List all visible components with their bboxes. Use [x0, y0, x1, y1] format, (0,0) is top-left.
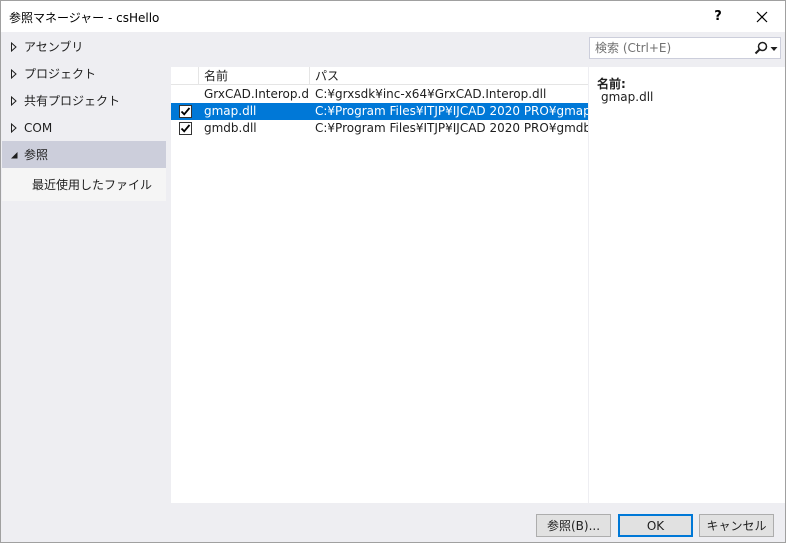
row-name: gmap.dll [204, 104, 257, 118]
nav-item-label: 参照 [24, 148, 49, 162]
chevron-down-icon[interactable] [770, 46, 778, 52]
nav-item-assemblies[interactable]: アセンブリ [2, 33, 166, 60]
category-nav: アセンブリ プロジェクト 共有プロジェクト COM 参照 最近使用したファイル [2, 33, 166, 507]
nav-item-label: 共有プロジェクト [24, 94, 121, 108]
details-panel: 名前: gmap.dll [589, 67, 785, 503]
browse-button[interactable]: 参照(B)... [536, 514, 611, 537]
close-button[interactable] [742, 1, 782, 32]
help-button[interactable]: ? [698, 1, 738, 32]
title-bar: 参照マネージャー - csHello ? [1, 1, 785, 32]
nav-item-label: COM [24, 120, 53, 135]
search-input[interactable] [590, 38, 750, 58]
collapse-arrow-icon [9, 150, 19, 160]
expand-arrow-icon [9, 95, 19, 106]
table-row[interactable]: GrxCAD.Interop.dll C:¥grxsdk¥inc-x64¥Grx… [171, 86, 588, 103]
expand-arrow-icon [9, 68, 19, 79]
row-path: C:¥grxsdk¥inc-x64¥GrxCAD.Interop.dll [315, 87, 547, 101]
expand-arrow-icon [9, 41, 19, 52]
row-path: C:¥Program Files¥ITJP¥IJCAD 2020 PRO¥gmd… [315, 121, 588, 135]
list-header: 名前 パス [171, 67, 588, 85]
table-row[interactable]: gmdb.dll C:¥Program Files¥ITJP¥IJCAD 202… [171, 120, 588, 137]
nav-item-browse[interactable]: 参照 [2, 141, 166, 168]
row-name: GrxCAD.Interop.dll [204, 87, 309, 101]
cancel-button[interactable]: キャンセル [699, 514, 774, 537]
nav-item-projects[interactable]: プロジェクト [2, 60, 166, 87]
reference-list: 名前 パス GrxCAD.Interop.dll C:¥grxsdk¥inc-x… [171, 67, 588, 503]
row-name: gmdb.dll [204, 121, 257, 135]
nav-item-shared-projects[interactable]: 共有プロジェクト [2, 87, 166, 114]
checkmark-icon [180, 124, 191, 133]
reference-manager-dialog: 参照マネージャー - csHello ? アセンブリ プロジェクト 共有プロジェ… [0, 0, 786, 543]
search-box[interactable] [589, 37, 781, 59]
nav-item-com[interactable]: COM [2, 114, 166, 141]
close-icon [756, 11, 768, 22]
nav-item-label: プロジェクト [24, 67, 97, 81]
column-header-name[interactable]: 名前 [199, 67, 310, 85]
search-icon[interactable] [754, 41, 768, 55]
column-header-path[interactable]: パス [310, 67, 588, 85]
window-title: 参照マネージャー - csHello [9, 11, 160, 25]
nav-subitem-label: 最近使用したファイル [32, 178, 153, 192]
table-row[interactable]: gmap.dll C:¥Program Files¥ITJP¥IJCAD 202… [171, 103, 588, 120]
ok-button[interactable]: OK [618, 514, 693, 537]
row-path: C:¥Program Files¥ITJP¥IJCAD 2020 PRO¥gma… [315, 104, 588, 118]
nav-subitem-recent-files[interactable]: 最近使用したファイル [2, 168, 166, 201]
checkmark-icon [180, 107, 191, 116]
nav-item-label: アセンブリ [24, 40, 84, 54]
detail-name-value: gmap.dll [601, 90, 654, 104]
row-checkbox[interactable] [179, 105, 192, 118]
row-checkbox[interactable] [179, 122, 192, 135]
column-header-check[interactable] [171, 67, 199, 85]
expand-arrow-icon [9, 122, 19, 133]
